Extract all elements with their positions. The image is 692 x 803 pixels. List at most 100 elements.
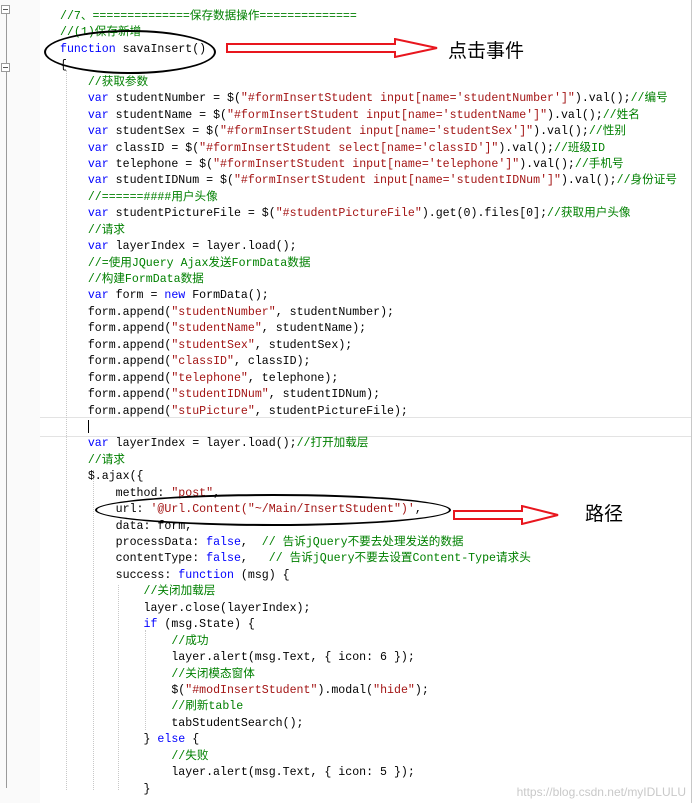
code-line[interactable]: if (msg.State) {	[60, 617, 692, 633]
code-comment: //7、==============保存数据操作==============	[60, 10, 357, 23]
code-line[interactable]: form.append("classID", classID);	[60, 354, 692, 370]
code-line[interactable]: var studentPictureFile = $("#studentPict…	[60, 206, 692, 222]
code-token: layer.close(layerIndex);	[60, 601, 311, 615]
code-line[interactable]: tabStudentSearch();	[60, 716, 692, 732]
code-string: "classID"	[171, 355, 234, 369]
code-string: "#studentPictureFile"	[275, 207, 422, 221]
code-line[interactable]: //成功	[60, 634, 692, 650]
code-line[interactable]: form.append("telephone", telephone);	[60, 371, 692, 387]
code-string: "#formInsertStudent input[name='studentN…	[227, 108, 548, 122]
code-line[interactable]: //关闭模态窗体	[60, 667, 692, 683]
code-token: , studentNumber);	[275, 305, 394, 319]
code-string: "#formInsertStudent input[name='studentN…	[240, 92, 575, 106]
fold-toggle-icon[interactable]	[1, 63, 10, 72]
code-comment: //获取参数	[60, 75, 149, 89]
code-keyword: var	[87, 125, 109, 139]
code-line[interactable]: form.append("studentNumber", studentNumb…	[60, 305, 692, 321]
code-line[interactable]	[60, 420, 692, 436]
code-token: form.append(	[60, 355, 172, 369]
code-line[interactable]: form.append("studentIDNum", studentIDNum…	[60, 387, 692, 403]
code-line[interactable]: var layerIndex = layer.load();	[60, 239, 692, 255]
code-token: studentIDNum = $(	[108, 174, 234, 188]
code-line[interactable]: //=使用JQuery Ajax发送FormData数据	[60, 256, 692, 272]
code-line[interactable]: //刷新table	[60, 699, 692, 715]
code-token: ,	[240, 552, 269, 566]
code-token: ,	[240, 536, 262, 549]
code-line[interactable]: //======####用户头像	[60, 190, 692, 206]
code-line[interactable]: //失败	[60, 749, 692, 765]
code-token: FormData();	[185, 289, 269, 303]
code-token: form.append(	[60, 338, 172, 352]
code-token: classID = $(	[108, 141, 200, 155]
code-token: studentName = $(	[108, 108, 227, 122]
code-line[interactable]: layer.alert(msg.Text, { icon: 5 });	[60, 765, 692, 781]
code-keyword: var	[87, 437, 109, 451]
code-token: ).val();	[574, 92, 631, 106]
code-keyword: var	[87, 289, 109, 303]
code-line[interactable]: //7、==============保存数据操作==============	[60, 9, 692, 25]
code-comment: //班级ID	[554, 141, 606, 155]
code-string: "studentNumber"	[171, 305, 276, 319]
code-token: form =	[108, 289, 165, 303]
code-keyword: var	[87, 108, 109, 122]
code-line[interactable]: //请求	[60, 223, 692, 239]
code-line[interactable]: var studentNumber = $("#formInsertStuden…	[60, 91, 692, 107]
code-comment: //打开加载层	[296, 437, 369, 451]
code-string: "#formInsertStudent input[name='studentI…	[233, 174, 561, 188]
code-line[interactable]: var studentName = $("#formInsertStudent …	[60, 108, 692, 124]
code-editor[interactable]: //7、==============保存数据操作============== //…	[60, 9, 692, 798]
code-line[interactable]: var layerIndex = layer.load();//打开加载层	[60, 436, 692, 452]
code-line[interactable]: form.append("stuPicture", studentPicture…	[60, 404, 692, 420]
code-comment: // 告诉jQuery不要去设置Content-Type请求头	[268, 552, 531, 566]
code-string: "#formInsertStudent input[name='studentS…	[220, 125, 534, 139]
code-line[interactable]: layer.alert(msg.Text, { icon: 6 });	[60, 650, 692, 666]
code-line[interactable]: form.append("studentName", studentName);	[60, 321, 692, 337]
code-line[interactable]: var telephone = $("#formInsertStudent in…	[60, 157, 692, 173]
editor-gutter	[0, 0, 40, 803]
fold-toggle-icon[interactable]	[1, 5, 10, 14]
code-token: form.append(	[60, 388, 172, 402]
code-line[interactable]: //请求	[60, 453, 692, 469]
code-token: (msg) {	[233, 568, 290, 582]
code-comment: //编号	[630, 92, 668, 106]
code-line[interactable]: $.ajax({	[60, 469, 692, 485]
code-token: , telephone);	[247, 371, 339, 385]
code-token: layerIndex = layer.load();	[108, 240, 297, 254]
code-line[interactable]: contentType: false, // 告诉jQuery不要去设置Cont…	[60, 551, 692, 567]
code-keyword: var	[87, 141, 109, 155]
code-line[interactable]: var studentSex = $("#formInsertStudent i…	[60, 124, 692, 140]
code-comment: // 告诉jQuery不要去处理发送的数据	[261, 536, 464, 549]
code-line[interactable]: //构建FormData数据	[60, 272, 692, 288]
code-line[interactable]: } else {	[60, 732, 692, 748]
code-line[interactable]: processData: false, // 告诉jQuery不要去处理发送的数…	[60, 535, 692, 551]
code-token: ).val();	[519, 157, 575, 171]
code-line[interactable]: var studentIDNum = $("#formInsertStudent…	[60, 173, 692, 189]
code-keyword: var	[87, 92, 109, 106]
code-comment: //======####用户头像	[60, 190, 218, 204]
code-line[interactable]: //关闭加载层	[60, 584, 692, 600]
code-line[interactable]: var classID = $("#formInsertStudent sele…	[60, 141, 692, 157]
code-line[interactable]: $("#modInsertStudent").modal("hide");	[60, 683, 692, 699]
code-line[interactable]: form.append("studentSex", studentSex);	[60, 338, 692, 354]
code-token: ).val();	[547, 108, 603, 122]
function-highlight-ellipse	[44, 30, 216, 74]
code-keyword: false	[206, 552, 241, 566]
code-token: , classID);	[233, 355, 311, 369]
code-token: ).val();	[533, 125, 589, 139]
code-line[interactable]: success: function (msg) {	[60, 568, 692, 584]
code-token: );	[414, 683, 429, 697]
code-string: "#formInsertStudent select[name='classID…	[199, 141, 499, 155]
code-line[interactable]: var form = new FormData();	[60, 288, 692, 304]
code-line[interactable]: layer.close(layerIndex);	[60, 601, 692, 617]
code-comment: //请求	[60, 223, 125, 237]
code-token: }	[60, 733, 158, 747]
code-token: studentSex = $(	[108, 125, 221, 139]
code-line[interactable]: //获取参数	[60, 75, 692, 91]
code-comment: //请求	[60, 453, 125, 467]
